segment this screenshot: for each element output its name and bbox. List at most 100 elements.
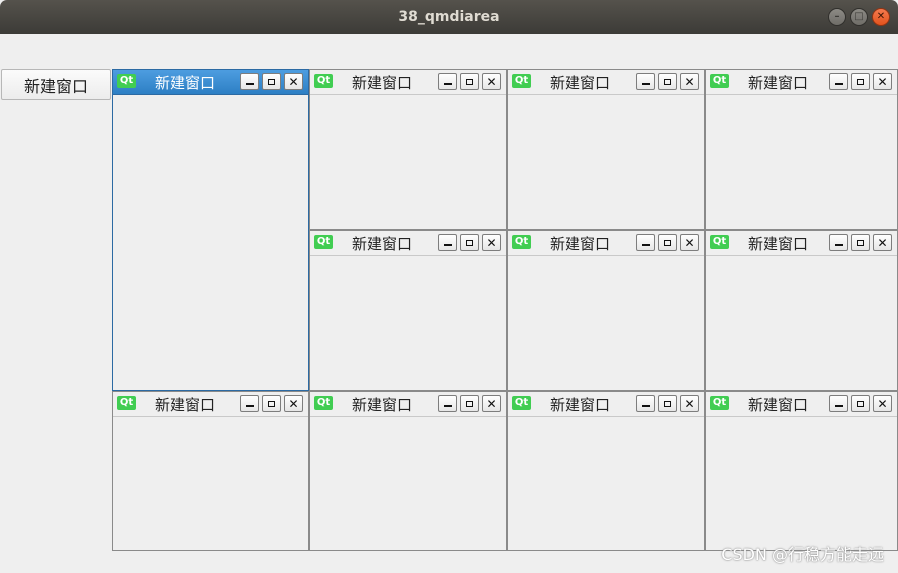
subwindow-close-button[interactable]: ✕ [680, 234, 699, 251]
subwindow-restore-button[interactable] [658, 73, 677, 90]
subwindow-close-button[interactable]: ✕ [873, 395, 892, 412]
qt-logo-icon: Qt [710, 74, 729, 88]
restore-icon [466, 400, 473, 407]
subwindow-body [508, 417, 704, 550]
close-icon: ✕ [877, 235, 888, 250]
subwindow-body [508, 95, 704, 229]
restore-icon [268, 400, 275, 407]
subwindow-minimize-button[interactable] [240, 73, 259, 90]
close-icon: ✕ [288, 74, 299, 89]
mdi-subwindow[interactable]: Qt 新建窗口 ✕ [309, 230, 507, 391]
subwindow-minimize-button[interactable] [438, 395, 457, 412]
mdi-subwindow[interactable]: Qt 新建窗口 ✕ [112, 69, 309, 391]
subwindow-minimize-button[interactable] [829, 395, 848, 412]
mdi-subwindow[interactable]: Qt 新建窗口 ✕ [705, 69, 898, 230]
subwindow-restore-button[interactable] [851, 234, 870, 251]
minimize-icon [245, 83, 254, 85]
minimize-icon [834, 244, 843, 246]
subwindow-restore-button[interactable] [658, 395, 677, 412]
restore-icon [857, 239, 864, 246]
qt-logo-icon: Qt [117, 396, 136, 410]
subwindow-title: 新建窗口 [748, 235, 809, 253]
subwindow-restore-button[interactable] [851, 395, 870, 412]
subwindow-title: 新建窗口 [155, 74, 216, 92]
subwindow-close-button[interactable]: ✕ [482, 395, 501, 412]
subwindow-title: 新建窗口 [748, 396, 809, 414]
subwindow-body [113, 417, 308, 550]
mdi-area[interactable]: Qt 新建窗口 ✕ Qt 新建窗口 ✕ Qt 新建窗口 ✕ Qt 新建窗口 ✕ … [112, 69, 898, 551]
close-icon: ✕ [877, 74, 888, 89]
subwindow-body [706, 95, 897, 229]
subwindow-minimize-button[interactable] [829, 73, 848, 90]
subwindow-titlebar[interactable]: Qt 新建窗口 ✕ [113, 70, 308, 95]
subwindow-close-button[interactable]: ✕ [873, 73, 892, 90]
watermark: CSDN @行稳方能走远 [721, 545, 884, 564]
subwindow-minimize-button[interactable] [636, 234, 655, 251]
restore-icon [466, 239, 473, 246]
subwindow-titlebar[interactable]: Qt 新建窗口 ✕ [310, 392, 506, 417]
mdi-subwindow[interactable]: Qt 新建窗口 ✕ [507, 391, 705, 551]
subwindow-title: 新建窗口 [550, 74, 611, 92]
maximize-icon: □ [854, 11, 864, 22]
mdi-subwindow[interactable]: Qt 新建窗口 ✕ [309, 391, 507, 551]
subwindow-titlebar[interactable]: Qt 新建窗口 ✕ [310, 70, 506, 95]
restore-icon [664, 400, 671, 407]
subwindow-restore-button[interactable] [262, 395, 281, 412]
subwindow-titlebar[interactable]: Qt 新建窗口 ✕ [706, 231, 897, 256]
mdi-subwindow[interactable]: Qt 新建窗口 ✕ [507, 230, 705, 391]
window-minimize-button[interactable]: – [828, 8, 846, 26]
mdi-subwindow[interactable]: Qt 新建窗口 ✕ [309, 69, 507, 230]
qt-logo-icon: Qt [117, 74, 136, 88]
subwindow-minimize-button[interactable] [829, 234, 848, 251]
subwindow-minimize-button[interactable] [438, 73, 457, 90]
subwindow-body [113, 95, 308, 390]
subwindow-titlebar[interactable]: Qt 新建窗口 ✕ [706, 392, 897, 417]
subwindow-restore-button[interactable] [262, 73, 281, 90]
subwindow-minimize-button[interactable] [636, 395, 655, 412]
restore-icon [664, 239, 671, 246]
mdi-subwindow[interactable]: Qt 新建窗口 ✕ [112, 391, 309, 551]
qt-logo-icon: Qt [710, 396, 729, 410]
subwindow-minimize-button[interactable] [438, 234, 457, 251]
close-icon: ✕ [486, 235, 497, 250]
close-icon: ✕ [877, 396, 888, 411]
subwindow-close-button[interactable]: ✕ [284, 395, 303, 412]
subwindow-restore-button[interactable] [460, 395, 479, 412]
minimize-icon: – [834, 11, 840, 22]
qt-logo-icon: Qt [512, 235, 531, 249]
subwindow-titlebar[interactable]: Qt 新建窗口 ✕ [706, 70, 897, 95]
subwindow-close-button[interactable]: ✕ [284, 73, 303, 90]
subwindow-close-button[interactable]: ✕ [482, 73, 501, 90]
mdi-subwindow[interactable]: Qt 新建窗口 ✕ [507, 69, 705, 230]
subwindow-titlebar[interactable]: Qt 新建窗口 ✕ [310, 231, 506, 256]
subwindow-minimize-button[interactable] [636, 73, 655, 90]
subwindow-restore-button[interactable] [851, 73, 870, 90]
subwindow-restore-button[interactable] [460, 234, 479, 251]
subwindow-restore-button[interactable] [658, 234, 677, 251]
restore-icon [857, 400, 864, 407]
qt-logo-icon: Qt [710, 235, 729, 249]
subwindow-title: 新建窗口 [550, 396, 611, 414]
minimize-icon [443, 244, 452, 246]
subwindow-titlebar[interactable]: Qt 新建窗口 ✕ [508, 70, 704, 95]
window-maximize-button[interactable]: □ [850, 8, 868, 26]
restore-icon [664, 78, 671, 85]
subwindow-titlebar[interactable]: Qt 新建窗口 ✕ [508, 392, 704, 417]
mdi-subwindow[interactable]: Qt 新建窗口 ✕ [705, 391, 898, 551]
window-titlebar[interactable]: 38_qmdiarea – □ ✕ [0, 0, 898, 34]
subwindow-minimize-button[interactable] [240, 395, 259, 412]
subwindow-titlebar[interactable]: Qt 新建窗口 ✕ [508, 231, 704, 256]
window-close-button[interactable]: ✕ [872, 8, 890, 26]
subwindow-titlebar[interactable]: Qt 新建窗口 ✕ [113, 392, 308, 417]
restore-icon [268, 78, 275, 85]
new-window-button[interactable]: 新建窗口 [1, 69, 111, 100]
subwindow-close-button[interactable]: ✕ [873, 234, 892, 251]
minimize-icon [443, 405, 452, 407]
minimize-icon [834, 83, 843, 85]
subwindow-title: 新建窗口 [155, 396, 216, 414]
mdi-subwindow[interactable]: Qt 新建窗口 ✕ [705, 230, 898, 391]
subwindow-close-button[interactable]: ✕ [482, 234, 501, 251]
subwindow-restore-button[interactable] [460, 73, 479, 90]
subwindow-close-button[interactable]: ✕ [680, 395, 699, 412]
subwindow-close-button[interactable]: ✕ [680, 73, 699, 90]
